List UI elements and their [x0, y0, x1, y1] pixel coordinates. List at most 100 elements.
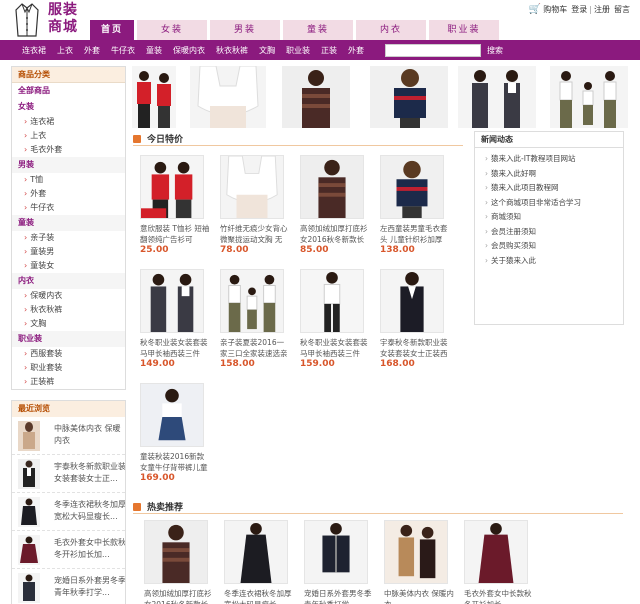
category-link[interactable]: 外套 — [348, 45, 364, 56]
banner-image[interactable] — [550, 66, 628, 128]
product-card[interactable]: 宇泰秋冬新款职业装 女装套装女士正装西 168.00 — [380, 269, 452, 369]
recent-item-name[interactable]: 毛衣外套女中长款秋冬开衫加长加... — [54, 537, 126, 563]
banner-image[interactable] — [190, 66, 266, 128]
product-name[interactable]: 宇泰秋冬新款职业装 女装套装女士正装西 — [380, 337, 450, 359]
search-button[interactable]: 搜索 — [487, 45, 503, 56]
product-image[interactable] — [300, 155, 364, 219]
recent-item[interactable]: 宇泰秋冬新款职业装女装套装女士正... — [12, 455, 125, 493]
recent-item-name[interactable]: 冬季连衣裙秋冬加厚宽松大码显瘦长... — [54, 499, 126, 525]
sidebar-item[interactable]: 职业套装 — [12, 361, 125, 375]
nav-home[interactable]: 首页 — [90, 20, 134, 40]
message-link[interactable]: 留言 — [614, 4, 630, 15]
product-name[interactable]: 左西童装男童毛衣套头 儿童针织衫加厚 — [380, 223, 450, 245]
sidebar-group-kids[interactable]: 童装 — [12, 215, 125, 231]
product-image[interactable] — [300, 269, 364, 333]
news-item[interactable]: 这个商城项目非常适合学习 — [475, 196, 623, 211]
product-image[interactable] — [304, 520, 368, 584]
product-card[interactable]: 中脉美体内衣 保暖内衣 — [384, 520, 456, 604]
product-card[interactable]: 高领加绒加厚打底衫 女2016秋冬新款长 — [144, 520, 216, 604]
product-name[interactable]: 宠婚日系外套男冬季 青年秋季打学 — [304, 588, 374, 604]
sidebar-item[interactable]: T恤 — [12, 173, 125, 187]
sidebar-group-underwear[interactable]: 内衣 — [12, 273, 125, 289]
product-thumbnail[interactable] — [18, 459, 40, 489]
recent-item-name[interactable]: 宇泰秋冬新款职业装女装套装女士正... — [54, 461, 126, 487]
product-card[interactable]: 竹纤维无痕少女背心 微聚拢运动文胸 无 78.00 — [220, 155, 292, 255]
login-link[interactable]: 登录 — [571, 4, 587, 15]
sidebar-item[interactable]: 文胸 — [12, 317, 125, 331]
product-card[interactable]: 冬季连衣裙秋冬加厚宽松大码显瘦长 — [224, 520, 296, 604]
sidebar-item[interactable]: 毛衣外套 — [12, 143, 125, 157]
product-thumbnail[interactable] — [18, 535, 40, 565]
category-link[interactable]: 外套 — [84, 45, 100, 56]
product-thumbnail[interactable] — [18, 421, 40, 451]
recent-item[interactable]: 毛衣外套女中长款秋冬开衫加长加... — [12, 531, 125, 569]
product-image[interactable] — [140, 383, 204, 447]
product-image[interactable] — [464, 520, 528, 584]
category-link[interactable]: 上衣 — [57, 45, 73, 56]
product-card[interactable]: 秋冬职业装女装套装 马甲长袖西装三件 159.00 — [300, 269, 372, 369]
sidebar-item[interactable]: 连衣裙 — [12, 115, 125, 129]
recent-item[interactable]: 宠婚日系外套男冬季 青年秋季打学... — [12, 569, 125, 604]
product-name[interactable]: 亲子装夏装2016一家三口全家装速选亲 — [220, 337, 290, 359]
product-image[interactable] — [380, 155, 444, 219]
sidebar-group-women[interactable]: 女装 — [12, 99, 125, 115]
cart-link[interactable]: 购物车 — [543, 4, 567, 15]
sidebar-group-workwear[interactable]: 职业装 — [12, 331, 125, 347]
product-card[interactable]: 秋冬职业装女装套装 马甲长袖西装三件 149.00 — [140, 269, 212, 369]
product-card[interactable]: 意欣服装 T恤衫 短袖翻领纯广告衫可 25.00 — [140, 155, 212, 255]
product-name[interactable]: 冬季连衣裙秋冬加厚宽松大码显瘦长 — [224, 588, 294, 604]
recent-item[interactable]: 冬季连衣裙秋冬加厚宽松大码显瘦长... — [12, 493, 125, 531]
category-link[interactable]: 牛仔衣 — [111, 45, 135, 56]
news-item[interactable]: 会员购买须知 — [475, 239, 623, 254]
product-name[interactable]: 高领加绒加厚打底衫 女2016秋冬新款长 — [144, 588, 214, 604]
product-card[interactable]: 毛衣外套女中长款秋冬开衫加长 — [464, 520, 536, 604]
product-card[interactable]: 宠婚日系外套男冬季 青年秋季打学 — [304, 520, 376, 604]
news-item[interactable]: 商城须知 — [475, 210, 623, 225]
category-link[interactable]: 秋衣秋裤 — [216, 45, 248, 56]
product-name[interactable]: 秋冬职业装女装套装 马甲长袖西装三件 — [300, 337, 370, 359]
category-link[interactable]: 文胸 — [259, 45, 275, 56]
product-card[interactable]: 童装秋装2016新款女童牛仔背带裤儿童 169.00 — [140, 383, 212, 483]
category-link[interactable]: 连衣裙 — [22, 45, 46, 56]
sidebar-item[interactable]: 正装裤 — [12, 375, 125, 389]
banner-image[interactable] — [282, 66, 350, 128]
product-image[interactable] — [144, 520, 208, 584]
search-input[interactable] — [385, 44, 481, 57]
nav-kids[interactable]: 童装 — [283, 20, 353, 40]
nav-workwear[interactable]: 职业装 — [429, 20, 499, 40]
sidebar-item[interactable]: 童装女 — [12, 259, 125, 273]
nav-men[interactable]: 男装 — [210, 20, 280, 40]
sidebar-item[interactable]: 外套 — [12, 187, 125, 201]
sidebar-item[interactable]: 西服套装 — [12, 347, 125, 361]
category-link[interactable]: 童装 — [146, 45, 162, 56]
product-image[interactable] — [220, 155, 284, 219]
product-name[interactable]: 秋冬职业装女装套装 马甲长袖西装三件 — [140, 337, 210, 359]
category-link[interactable]: 保暖内衣 — [173, 45, 205, 56]
product-image[interactable] — [384, 520, 448, 584]
news-item[interactable]: 猿来入此好啊 — [475, 167, 623, 182]
product-name[interactable]: 中脉美体内衣 保暖内衣 — [384, 588, 454, 604]
sidebar-item[interactable]: 保暖内衣 — [12, 289, 125, 303]
recent-item-name[interactable]: 宠婚日系外套男冬季 青年秋季打学... — [54, 575, 126, 601]
banner-image[interactable] — [458, 66, 536, 128]
register-link[interactable]: 注册 — [594, 4, 610, 15]
category-link[interactable]: 职业装 — [286, 45, 310, 56]
logo[interactable]: 服装 商城 — [14, 2, 88, 40]
product-name[interactable]: 竹纤维无痕少女背心 微聚拢运动文胸 无 — [220, 223, 290, 245]
product-image[interactable] — [380, 269, 444, 333]
sidebar-item[interactable]: 牛仔衣 — [12, 201, 125, 215]
product-thumbnail[interactable] — [18, 573, 40, 603]
sidebar-item[interactable]: 亲子装 — [12, 231, 125, 245]
product-image[interactable] — [224, 520, 288, 584]
product-name[interactable]: 意欣服装 T恤衫 短袖翻领纯广告衫可 — [140, 223, 210, 245]
news-item[interactable]: 猿来入此-IT教程项目网站 — [475, 152, 623, 167]
banner-image[interactable] — [132, 66, 176, 128]
news-item[interactable]: 猿来入此项目教程网 — [475, 181, 623, 196]
recent-item[interactable]: 中脉美体内衣 保暖内衣 — [12, 417, 125, 455]
nav-underwear[interactable]: 内衣 — [356, 20, 426, 40]
category-link[interactable]: 正装 — [321, 45, 337, 56]
sidebar-group-men[interactable]: 男装 — [12, 157, 125, 173]
product-image[interactable] — [220, 269, 284, 333]
banner-image[interactable] — [370, 66, 448, 128]
product-image[interactable] — [140, 155, 204, 219]
